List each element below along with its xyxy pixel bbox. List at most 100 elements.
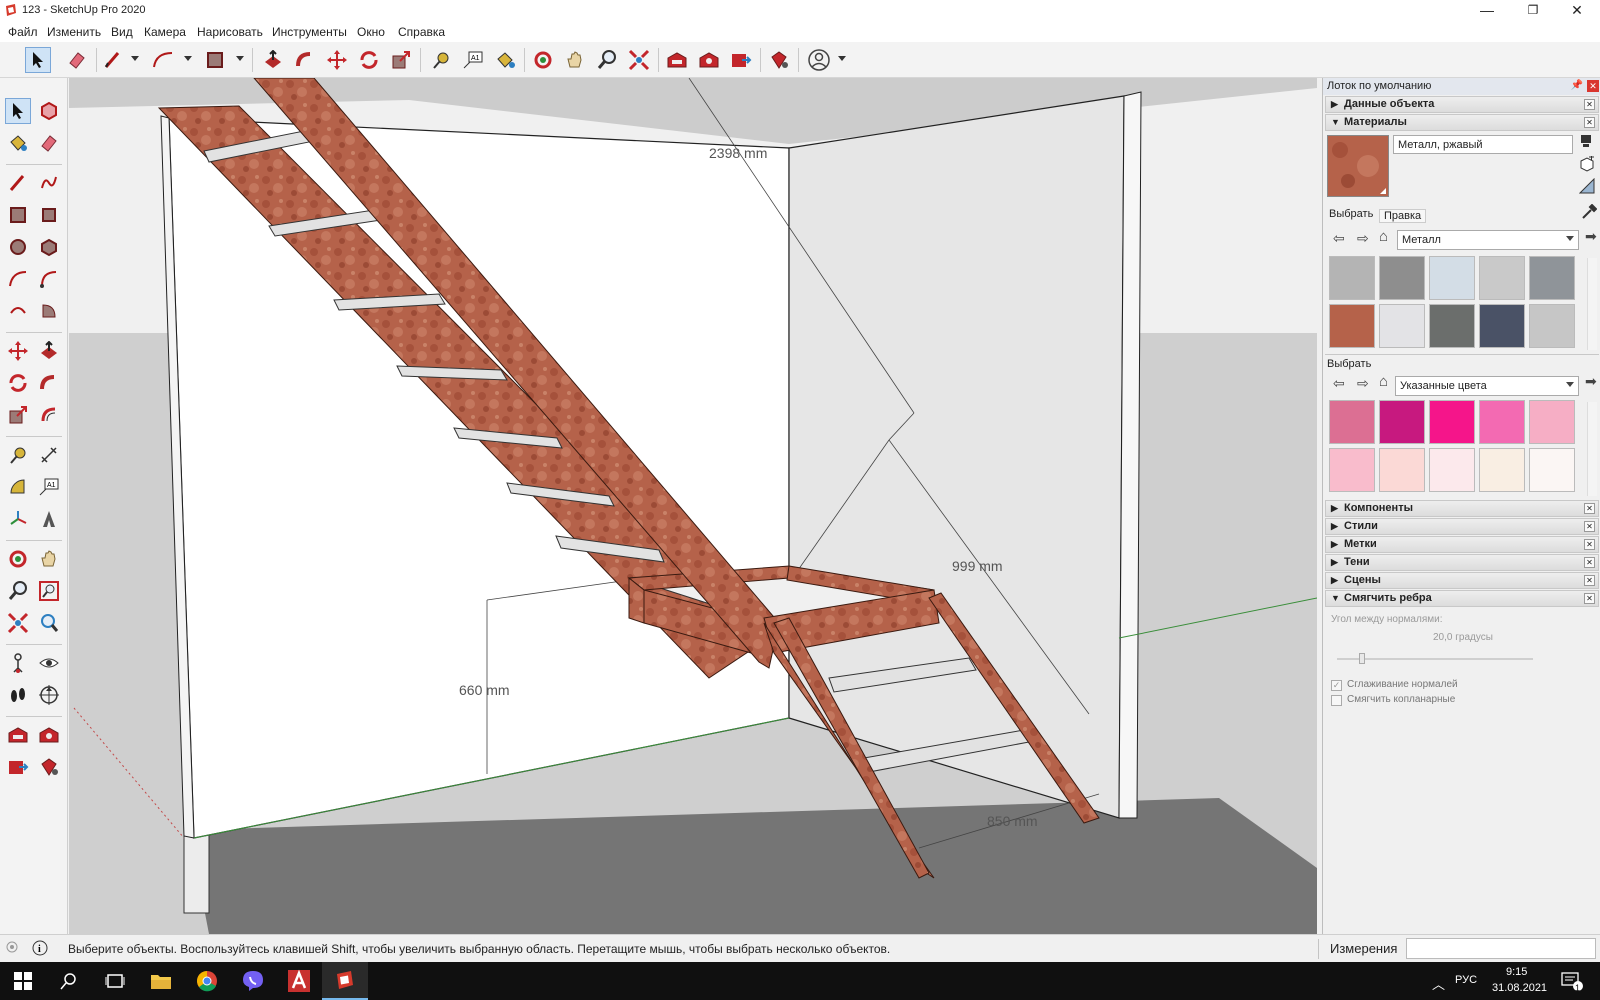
section-close-icon[interactable]: ✕ xyxy=(1584,117,1595,128)
section-components[interactable]: ▶ Компоненты ✕ xyxy=(1325,500,1599,517)
color-swatch[interactable] xyxy=(1329,448,1375,492)
menu-view[interactable]: Вид xyxy=(111,25,133,39)
file-explorer-icon[interactable] xyxy=(138,962,184,1000)
menu-draw[interactable]: Нарисовать xyxy=(197,25,263,39)
angle-slider-thumb[interactable] xyxy=(1359,653,1366,664)
forward-arrow-icon[interactable]: ⇨ xyxy=(1357,230,1369,247)
default-material-icon[interactable] xyxy=(1578,177,1595,197)
rectangle-side-icon[interactable] xyxy=(5,202,31,228)
move-icon[interactable] xyxy=(324,47,350,73)
zoom-extents-icon[interactable] xyxy=(626,47,652,73)
polygon-icon[interactable] xyxy=(36,234,62,260)
menu-help[interactable]: Справка xyxy=(398,25,445,39)
soften-coplanar-checkbox[interactable] xyxy=(1331,695,1342,706)
autocad-icon[interactable] xyxy=(276,962,322,1000)
tape-measure-icon[interactable] xyxy=(428,47,454,73)
paint-bucket-side-icon[interactable] xyxy=(5,130,31,156)
warehouse-icon[interactable] xyxy=(664,47,690,73)
info-icon[interactable]: i xyxy=(32,940,48,959)
material-name-field[interactable]: Металл, ржавый xyxy=(1393,135,1573,154)
display-secondary-pane-icon[interactable] xyxy=(1579,134,1593,151)
secondary-home-icon[interactable]: ⌂ xyxy=(1379,373,1388,390)
arc-side-icon[interactable] xyxy=(5,266,31,292)
line-dropdown-icon[interactable] xyxy=(131,56,139,61)
material-preview[interactable] xyxy=(1327,135,1389,197)
section-scenes[interactable]: ▶ Сцены ✕ xyxy=(1325,572,1599,589)
push-pull-side-icon[interactable] xyxy=(36,338,62,364)
protractor-icon[interactable] xyxy=(5,474,31,500)
share-model-side-icon[interactable] xyxy=(36,722,62,748)
measurements-input[interactable] xyxy=(1406,938,1596,959)
color-swatch[interactable] xyxy=(1429,448,1475,492)
material-swatch[interactable] xyxy=(1529,304,1575,348)
model-viewport[interactable]: 2398 mm 999 mm 660 mm 850 mm xyxy=(69,78,1317,934)
scale-side-icon[interactable] xyxy=(5,402,31,428)
section-tags[interactable]: ▶ Метки ✕ xyxy=(1325,536,1599,553)
menu-file[interactable]: Файл xyxy=(8,25,38,39)
minimize-button[interactable]: — xyxy=(1464,0,1510,22)
color-swatch[interactable] xyxy=(1379,400,1425,444)
position-camera-icon[interactable] xyxy=(5,650,31,676)
user-account-icon[interactable] xyxy=(806,47,832,73)
color-swatch[interactable] xyxy=(1429,400,1475,444)
move-side-icon[interactable] xyxy=(5,338,31,364)
extension-warehouse-icon[interactable] xyxy=(728,47,754,73)
back-arrow-icon[interactable]: ⇦ xyxy=(1333,230,1345,247)
viber-icon[interactable] xyxy=(230,962,276,1000)
start-button[interactable] xyxy=(0,962,46,1000)
zoom-side-icon[interactable] xyxy=(5,578,31,604)
section-close-icon[interactable]: ✕ xyxy=(1584,99,1595,110)
search-icon[interactable] xyxy=(46,962,92,1000)
material-swatch[interactable] xyxy=(1479,256,1525,300)
section-close-icon[interactable]: ✕ xyxy=(1584,503,1595,514)
material-grid-scrollbar[interactable] xyxy=(1587,258,1597,350)
zoom-extents-side-icon[interactable] xyxy=(5,610,31,636)
arc-dropdown-icon[interactable] xyxy=(184,56,192,61)
dimension-icon[interactable] xyxy=(36,442,62,468)
home-icon[interactable]: ⌂ xyxy=(1379,228,1388,245)
axes-icon[interactable] xyxy=(5,506,31,532)
color-swatch[interactable] xyxy=(1379,448,1425,492)
pencil-line-icon[interactable] xyxy=(100,47,126,73)
color-swatch[interactable] xyxy=(1479,448,1525,492)
select-tool-icon[interactable] xyxy=(25,47,51,73)
section-shadows[interactable]: ▶ Тени ✕ xyxy=(1325,554,1599,571)
pin-icon[interactable]: 📌 xyxy=(1571,80,1583,91)
user-dropdown-icon[interactable] xyxy=(838,56,846,61)
section-soften-edges[interactable]: ▼ Смягчить ребра ✕ xyxy=(1325,590,1599,607)
create-material-icon[interactable] xyxy=(1579,155,1595,175)
section-close-icon[interactable]: ✕ xyxy=(1584,593,1595,604)
secondary-library-select[interactable]: Указанные цвета xyxy=(1395,376,1579,396)
material-swatch[interactable] xyxy=(1529,256,1575,300)
menu-edit[interactable]: Изменить xyxy=(47,25,101,39)
pan-hand-icon[interactable] xyxy=(562,47,588,73)
clock-date[interactable]: 31.08.2021 xyxy=(1492,982,1547,994)
warehouse-side-icon[interactable] xyxy=(5,722,31,748)
material-swatch[interactable] xyxy=(1429,304,1475,348)
rectangle-icon[interactable] xyxy=(202,47,228,73)
3d-text-icon[interactable] xyxy=(36,506,62,532)
material-swatch[interactable] xyxy=(1329,304,1375,348)
pie-icon[interactable] xyxy=(36,298,62,324)
orbit-icon[interactable] xyxy=(530,47,556,73)
rotate-side-icon[interactable] xyxy=(5,370,31,396)
tab-edit[interactable]: Правка xyxy=(1379,209,1427,223)
offset-icon[interactable] xyxy=(36,402,62,428)
secondary-details-arrow-icon[interactable]: ➡ xyxy=(1585,373,1597,390)
tab-select[interactable]: Выбрать xyxy=(1329,208,1373,220)
zoom-icon[interactable] xyxy=(594,47,620,73)
text-side-icon[interactable]: A1 xyxy=(36,474,62,500)
section-close-icon[interactable]: ✕ xyxy=(1584,539,1595,550)
arc-icon[interactable] xyxy=(150,47,176,73)
zoom-window-icon[interactable] xyxy=(36,578,62,604)
library-select[interactable]: Металл xyxy=(1397,230,1579,250)
section-materials[interactable]: ▼ Материалы ✕ xyxy=(1325,114,1599,131)
walk-icon[interactable] xyxy=(5,682,31,708)
look-around-icon[interactable] xyxy=(36,650,62,676)
two-point-arc-icon[interactable] xyxy=(36,266,62,292)
line-side-icon[interactable] xyxy=(5,170,31,196)
sketchup-taskbar-icon[interactable] xyxy=(322,962,368,1000)
section-entity-info[interactable]: ▶ Данные объекта ✕ xyxy=(1325,96,1599,113)
menu-camera[interactable]: Камера xyxy=(144,25,186,39)
extension-manager-side-icon[interactable] xyxy=(36,754,62,780)
